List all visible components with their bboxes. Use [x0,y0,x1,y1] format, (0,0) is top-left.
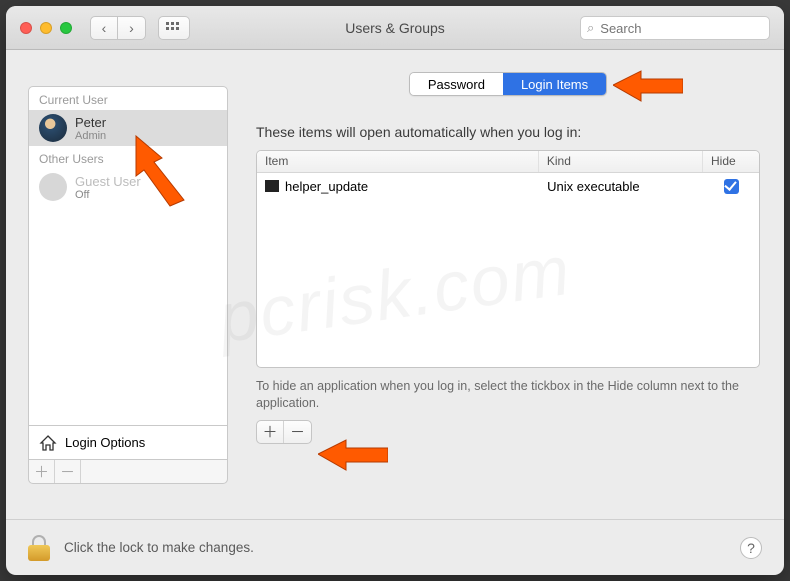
cell-kind: Unix executable [539,179,703,194]
lock-body-icon [28,545,50,561]
sidebar: Current User Peter Admin Other Users Gue… [28,86,228,519]
plus-icon: ＋ [263,421,278,442]
item-add-remove-row: ＋ － [256,420,312,444]
other-users-label: Other Users [29,146,227,169]
executable-icon [265,180,279,192]
add-user-button[interactable]: ＋ [29,460,55,483]
search-field[interactable]: ⌕ [580,16,770,40]
zoom-window-button[interactable] [60,22,72,34]
tab-segmented-control: Password Login Items [409,72,607,96]
login-options-label: Login Options [65,435,145,450]
footer: Click the lock to make changes. ? [6,519,784,575]
close-window-button[interactable] [20,22,32,34]
help-button[interactable]: ? [740,537,762,559]
user-row-peter[interactable]: Peter Admin [29,110,227,146]
remove-user-button[interactable]: － [55,460,81,483]
hide-checkbox[interactable] [724,179,739,194]
preferences-window: ‹ › Users & Groups ⌕ pcrisk.com Current … [6,6,784,575]
user-role: Admin [75,130,106,142]
login-items-table: Item Kind Hide helper_update Unix execut… [256,150,760,368]
table-row[interactable]: helper_update Unix executable [257,173,759,199]
minimize-window-button[interactable] [40,22,52,34]
chevron-left-icon: ‹ [102,20,107,36]
item-name: helper_update [285,179,368,194]
hint-text: To hide an application when you log in, … [256,378,746,412]
show-all-button[interactable] [158,16,190,40]
user-name: Peter [75,115,106,130]
chevron-right-icon: › [129,20,134,36]
back-button[interactable]: ‹ [90,16,118,40]
user-name: Guest User [75,174,141,189]
search-icon: ⌕ [587,20,594,36]
login-options-button[interactable]: Login Options [28,426,228,460]
house-icon [39,434,57,452]
titlebar: ‹ › Users & Groups ⌕ [6,6,784,50]
nav-buttons: ‹ › [90,16,146,40]
remove-item-button[interactable]: － [284,421,311,443]
col-kind[interactable]: Kind [539,151,703,172]
search-input[interactable] [600,21,776,36]
user-list: Current User Peter Admin Other Users Gue… [28,86,228,426]
add-item-button[interactable]: ＋ [257,421,284,443]
lock-button[interactable] [28,535,50,561]
avatar [39,173,67,201]
minus-icon: － [290,421,305,442]
content-area: pcrisk.com Current User Peter Admin Othe… [6,50,784,519]
cell-hide [703,179,759,194]
traffic-lights [6,22,72,34]
user-role: Off [75,189,141,201]
tab-login-items[interactable]: Login Items [503,73,606,95]
col-hide[interactable]: Hide [703,151,759,172]
avatar [39,114,67,142]
user-row-guest[interactable]: Guest User Off [29,169,227,205]
main-panel: Password Login Items These items will op… [228,50,784,519]
cell-item: helper_update [257,179,539,194]
lock-hint-text: Click the lock to make changes. [64,540,726,555]
forward-button[interactable]: › [118,16,146,40]
plus-icon: ＋ [34,461,49,482]
current-user-label: Current User [29,87,227,110]
grid-icon [166,22,182,34]
col-item[interactable]: Item [257,151,539,172]
table-header: Item Kind Hide [257,151,759,173]
user-add-remove-row: ＋ － [28,460,228,484]
minus-icon: － [60,461,75,482]
tab-password[interactable]: Password [410,73,503,95]
description-text: These items will open automatically when… [256,124,760,140]
